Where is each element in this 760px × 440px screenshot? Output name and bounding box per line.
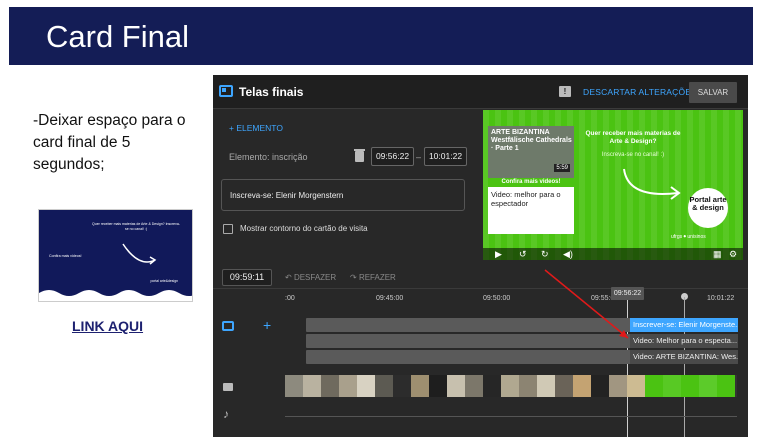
film-frame — [429, 375, 447, 397]
film-frame — [663, 375, 681, 397]
redo-button[interactable]: ↷ REFAZER — [350, 273, 396, 282]
timeline-toolbar: 09:59:11 ↶ DESFAZER ↷ REFAZER — [213, 265, 748, 289]
add-element-button[interactable]: + ELEMENTO — [229, 123, 283, 133]
video-track-icon — [223, 383, 233, 391]
subscribe-element-field[interactable]: Inscreva-se: Elenir Morgenstern — [221, 179, 465, 211]
film-frame — [447, 375, 465, 397]
editor-title: Telas finais — [239, 85, 304, 99]
slide-body-text: -Deixar espaço para o card final de 5 se… — [33, 112, 186, 173]
ruler-tick: 09:45:00 — [376, 295, 404, 302]
preview-brand-footer: ufrgs ⦁ unisinos — [671, 234, 706, 240]
film-frame — [627, 375, 645, 397]
slide-title: Card Final — [46, 19, 189, 54]
discard-changes-button[interactable]: DESCARTAR ALTERAÇÕES — [583, 87, 697, 97]
element-label: Elemento: inscrição — [229, 152, 308, 162]
video-filmstrip — [285, 375, 737, 397]
film-frame — [645, 375, 663, 397]
element-track-label[interactable]: Inscrever-se: Elenir Morgenste... — [630, 318, 738, 332]
film-frame — [393, 375, 411, 397]
film-frame — [717, 375, 735, 397]
player-controls: ▶ ↺ ↻ ◀) ▦ ⚙ — [483, 248, 743, 260]
undo-button[interactable]: ↶ DESFAZER — [285, 273, 336, 282]
preview-headline: Quer receber mais materias de Arte & Des… — [585, 130, 681, 145]
film-frame — [411, 375, 429, 397]
preview-arrow-icon — [623, 168, 681, 200]
grid-icon[interactable]: ▦ — [713, 249, 722, 259]
film-frame — [501, 375, 519, 397]
film-frame — [321, 375, 339, 397]
end-screen-preview: ARTE BIZANTINA Westfälische Cathedrals ·… — [483, 110, 743, 260]
business-card-checkbox-label: Mostrar contorno do cartão de visita — [240, 224, 368, 233]
film-frame — [303, 375, 321, 397]
film-frame — [537, 375, 555, 397]
film-frame — [339, 375, 357, 397]
film-frame — [519, 375, 537, 397]
thumbnail-brand: portal arte&design — [150, 279, 178, 283]
timeline-ruler: :00 09:45:00 09:50:00 09:55:0 10:01:22 — [285, 293, 748, 307]
undo-icon: ↶ — [285, 273, 294, 282]
film-frame — [357, 375, 375, 397]
forward-icon[interactable]: ↻ — [541, 249, 549, 259]
time-range-dash: – — [416, 152, 422, 162]
volume-icon[interactable]: ◀) — [563, 249, 573, 259]
film-frame — [699, 375, 717, 397]
thumbnail-wave — [39, 290, 192, 301]
editor-topbar: Telas finais ! DESCARTAR ALTERAÇÕES SALV… — [213, 75, 748, 109]
trash-icon[interactable] — [354, 149, 365, 162]
business-card-checkbox[interactable] — [223, 224, 233, 234]
film-frame — [465, 375, 483, 397]
thumbnail-left-text: Confira mais videos! — [49, 254, 82, 258]
film-frame — [555, 375, 573, 397]
end-screen-icon — [219, 85, 233, 97]
end-screen-editor: Telas finais ! DESCARTAR ALTERAÇÕES SALV… — [213, 75, 748, 437]
link-aqui[interactable]: LINK AQUI — [72, 318, 143, 334]
redo-icon: ↷ — [350, 273, 359, 282]
redo-label: REFAZER — [358, 273, 396, 282]
audio-track-line — [285, 416, 737, 417]
video-element-card[interactable]: ARTE BIZANTINA Westfälische Cathedrals ·… — [488, 126, 574, 234]
film-frame — [609, 375, 627, 397]
rewind-icon[interactable]: ↺ — [519, 249, 527, 259]
subscribe-element-logo[interactable]: Portal arte & design — [688, 188, 728, 228]
ruler-tick: :00 — [285, 295, 295, 302]
video-card-band: Confira mais videos! — [488, 178, 574, 187]
end-time-input[interactable]: 10:01:22 — [424, 147, 467, 166]
film-frame — [285, 375, 303, 397]
undo-label: DESFAZER — [293, 273, 337, 282]
ruler-tick: 10:01:22 — [707, 295, 735, 302]
film-frame — [681, 375, 699, 397]
thumbnail-arrow-icon — [122, 243, 157, 265]
current-time-input[interactable]: 09:59:11 — [222, 269, 272, 286]
video-card-title: ARTE BIZANTINA Westfälische Cathedrals ·… — [491, 129, 572, 152]
end-card-thumbnail: Quer receber mais materias de Arte & Des… — [38, 209, 193, 302]
slide-header: Card Final — [9, 7, 753, 65]
music-note-icon: ♪ — [223, 407, 229, 421]
film-frame — [573, 375, 591, 397]
add-track-element-button[interactable]: + — [263, 317, 271, 333]
element-track-bar[interactable]: Inscrever-se: Elenir Morgenste... — [306, 318, 738, 332]
element-track-label[interactable]: Video: ARTE BIZANTINA: Wes... — [630, 350, 738, 364]
video-duration-badge: 5:59 — [554, 164, 570, 172]
slide: Card Final -Deixar espaço para o card fi… — [0, 0, 760, 440]
film-frame — [591, 375, 609, 397]
element-track-bar[interactable]: Video: Melhor para o especta... — [306, 334, 738, 348]
settings-icon[interactable]: ⚙ — [729, 249, 737, 259]
feedback-icon[interactable]: ! — [559, 86, 571, 97]
end-screen-track-icon — [222, 321, 234, 331]
element-track-bar[interactable]: Video: ARTE BIZANTINA: Wes... — [306, 350, 738, 364]
ruler-tick: 09:50:00 — [483, 295, 511, 302]
film-frame — [375, 375, 393, 397]
start-time-input[interactable]: 09:56:22 — [371, 147, 414, 166]
film-frame — [483, 375, 501, 397]
playhead-time: 09:56:22 — [611, 287, 644, 300]
thumbnail-headline: Quer receber mais materias de Arte & Des… — [92, 222, 180, 231]
preview-subline: Inscreva-se no canal! :) — [601, 152, 665, 158]
video-card-description: Video: melhor para o espectador — [491, 190, 561, 208]
element-track-label[interactable]: Video: Melhor para o especta... — [630, 334, 738, 348]
play-icon[interactable]: ▶ — [495, 249, 502, 259]
save-button[interactable]: SALVAR — [689, 82, 737, 103]
